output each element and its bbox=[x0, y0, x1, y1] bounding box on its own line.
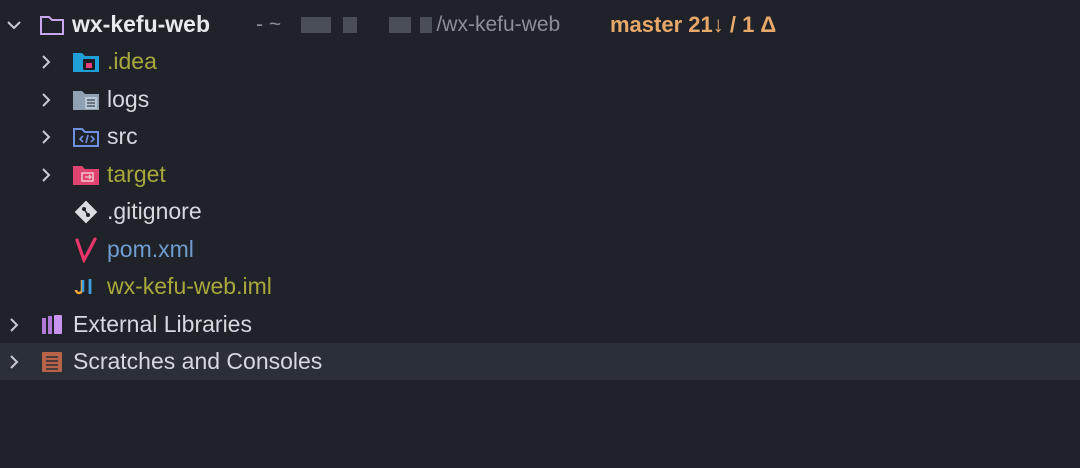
tree-item-label: .gitignore bbox=[107, 198, 202, 224]
git-icon bbox=[72, 198, 100, 226]
chevron-right-icon[interactable] bbox=[38, 54, 54, 70]
redacted-block bbox=[300, 16, 331, 33]
tree-item-label: src bbox=[107, 123, 138, 149]
tree-item-label: .idea bbox=[107, 48, 157, 74]
folder-icon bbox=[38, 11, 66, 39]
source-folder-icon bbox=[72, 123, 100, 151]
chevron-down-icon[interactable] bbox=[6, 17, 22, 33]
project-tree: wx-kefu-web - ~ /wx-kefu-web master 21↓ … bbox=[0, 0, 1080, 468]
tree-item-label: target bbox=[107, 161, 166, 187]
project-name: wx-kefu-web bbox=[72, 11, 211, 37]
tree-item-label: External Libraries bbox=[73, 311, 252, 337]
tree-item-label: wx-kefu-web.iml bbox=[107, 273, 272, 299]
maven-icon bbox=[72, 236, 100, 264]
chevron-right-icon[interactable] bbox=[38, 129, 54, 145]
project-path: - ~ /wx-kefu-web bbox=[256, 13, 560, 37]
tree-item-scratches[interactable]: Scratches and Consoles bbox=[0, 343, 1080, 380]
chevron-right-icon[interactable] bbox=[38, 167, 54, 183]
iml-icon bbox=[72, 273, 100, 301]
chevron-right-icon[interactable] bbox=[6, 354, 22, 370]
tree-item-target[interactable]: target bbox=[0, 156, 1080, 193]
tree-item-gitignore[interactable]: .gitignore bbox=[0, 193, 1080, 230]
project-path-suffix: /wx-kefu-web bbox=[436, 12, 561, 36]
tree-item-src[interactable]: src bbox=[0, 118, 1080, 155]
tree-item-logs[interactable]: logs bbox=[0, 81, 1080, 118]
tree-item-external-libraries[interactable]: External Libraries bbox=[0, 306, 1080, 343]
chevron-right-icon[interactable] bbox=[6, 317, 22, 333]
tree-item-idea[interactable]: .idea bbox=[0, 43, 1080, 80]
idea-folder-icon bbox=[72, 48, 100, 76]
scratches-icon bbox=[38, 348, 66, 376]
tree-item-label: pom.xml bbox=[107, 236, 194, 262]
redacted-block bbox=[388, 16, 411, 33]
git-branch-status: master 21↓ / 1 Δ bbox=[610, 11, 777, 37]
tree-item-label: logs bbox=[107, 86, 150, 112]
logs-folder-icon bbox=[72, 86, 100, 114]
redacted-block bbox=[342, 16, 357, 33]
library-icon bbox=[38, 311, 66, 339]
chevron-right-icon[interactable] bbox=[38, 92, 54, 108]
tree-item-label: Scratches and Consoles bbox=[73, 348, 323, 374]
tree-item-iml[interactable]: wx-kefu-web.iml bbox=[0, 268, 1080, 305]
tree-item-pom[interactable]: pom.xml bbox=[0, 231, 1080, 268]
tree-root-row[interactable]: wx-kefu-web - ~ /wx-kefu-web master 21↓ … bbox=[0, 6, 1080, 43]
project-path-prefix: - ~ bbox=[256, 12, 282, 36]
excluded-folder-icon bbox=[72, 161, 100, 189]
redacted-block bbox=[420, 16, 433, 33]
